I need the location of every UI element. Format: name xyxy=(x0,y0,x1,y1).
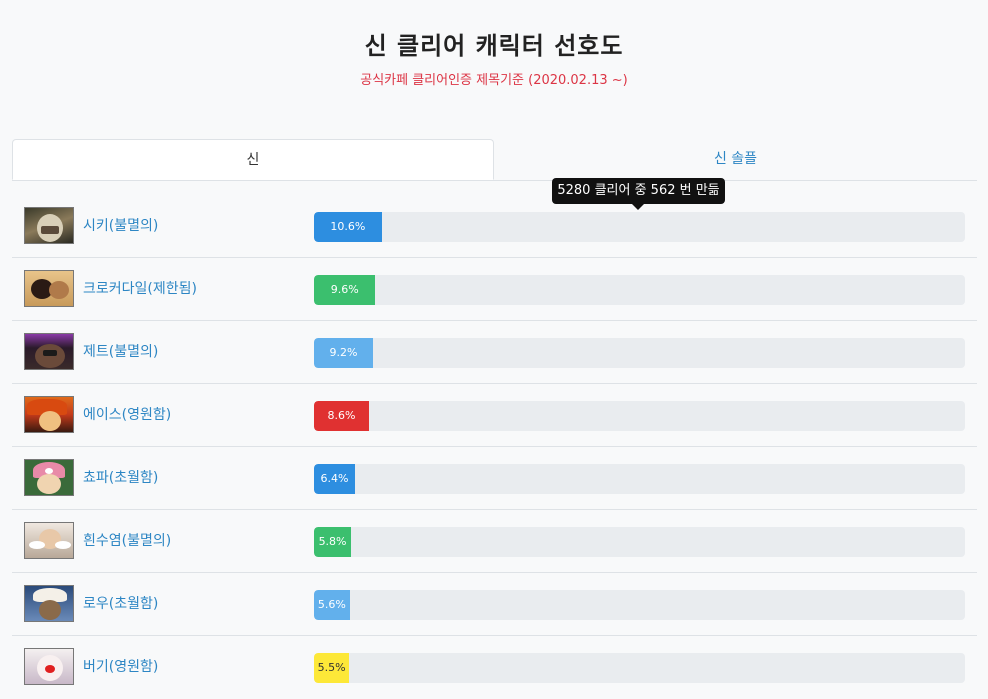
list-item: 제트(불멸의) 9.2% xyxy=(12,321,977,384)
page-subtitle: 공식카페 클리어인증 제목기준 (2020.02.13 ~) xyxy=(360,73,628,88)
tab-bar: 신 신 솔플 xyxy=(12,139,977,181)
character-name-link[interactable]: 쵸파(초월함) xyxy=(83,467,158,487)
list-item: 에이스(영원함) 8.6% xyxy=(12,384,977,447)
ace-portrait-icon xyxy=(24,396,74,433)
shiki-portrait-icon xyxy=(24,207,74,244)
progress-bar-fill: 8.6% xyxy=(314,401,369,431)
tooltip: 5280 클리어 중 562 번 만듦 xyxy=(552,178,725,204)
chopper-portrait-icon xyxy=(24,459,74,496)
character-list: 시키(불멸의) 10.6% 크로커다일(제한됨) 9.6% 제트(불멸의) 9.… xyxy=(12,195,977,698)
list-item: 크로커다일(제한됨) 9.6% xyxy=(12,258,977,321)
character-name-link[interactable]: 흰수염(불멸의) xyxy=(83,530,171,550)
character-name-link[interactable]: 시키(불멸의) xyxy=(83,215,158,235)
progress-track: 5.6% xyxy=(314,590,965,620)
character-name-link[interactable]: 제트(불멸의) xyxy=(83,341,158,361)
list-item: 버기(영원함) 5.5% xyxy=(12,636,977,698)
list-item: 쵸파(초월함) 6.4% xyxy=(12,447,977,510)
list-item: 흰수염(불멸의) 5.8% xyxy=(12,510,977,573)
tooltip-arrow xyxy=(632,204,644,210)
progress-bar-fill: 9.2% xyxy=(314,338,373,368)
character-name-link[interactable]: 에이스(영원함) xyxy=(83,404,171,424)
character-name-link[interactable]: 크로커다일(제한됨) xyxy=(83,278,197,298)
progress-track: 5.5% xyxy=(314,653,965,683)
progress-track: 9.6% xyxy=(314,275,965,305)
page-title: 신 클리어 캐릭터 선호도 xyxy=(364,32,624,60)
progress-bar-fill: 10.6% xyxy=(314,212,382,242)
buggy-portrait-icon xyxy=(24,648,74,685)
progress-track: 10.6% xyxy=(314,212,965,242)
tab-shin-solo[interactable]: 신 솔플 xyxy=(494,139,977,179)
tab-shin[interactable]: 신 xyxy=(12,139,494,180)
list-item: 시키(불멸의) 10.6% xyxy=(12,195,977,258)
progress-bar-fill: 5.8% xyxy=(314,527,352,557)
progress-bar-fill: 5.5% xyxy=(314,653,350,683)
law-portrait-icon xyxy=(24,585,74,622)
character-name-link[interactable]: 로우(초월함) xyxy=(83,593,158,613)
zephyr-portrait-icon xyxy=(24,333,74,370)
progress-track: 5.8% xyxy=(314,527,965,557)
progress-track: 9.2% xyxy=(314,338,965,368)
progress-bar-fill: 9.6% xyxy=(314,275,376,305)
progress-bar-fill: 5.6% xyxy=(314,590,350,620)
list-item: 로우(초월함) 5.6% xyxy=(12,573,977,636)
whitebeard-portrait-icon xyxy=(24,522,74,559)
progress-track: 8.6% xyxy=(314,401,965,431)
crocodile-portrait-icon xyxy=(24,270,74,307)
progress-track: 6.4% xyxy=(314,464,965,494)
progress-bar-fill: 6.4% xyxy=(314,464,355,494)
character-name-link[interactable]: 버기(영원함) xyxy=(83,656,158,676)
